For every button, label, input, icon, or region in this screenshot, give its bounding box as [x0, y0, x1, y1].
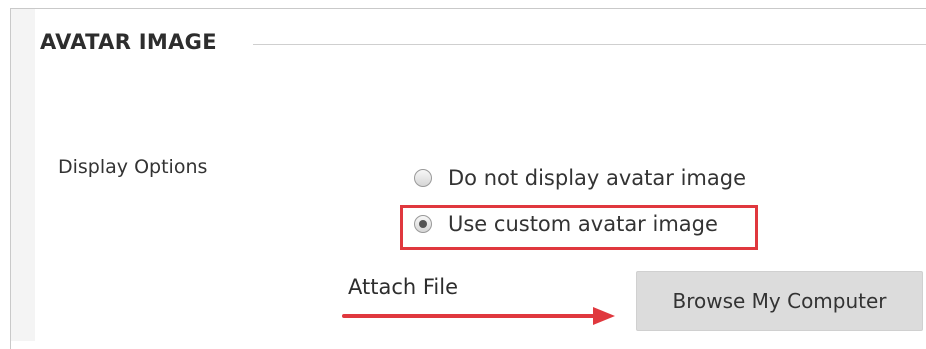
radio-button-custom-avatar[interactable] — [414, 215, 432, 233]
radio-option-custom-avatar[interactable]: Use custom avatar image — [414, 212, 718, 236]
radio-label-no-avatar: Do not display avatar image — [448, 166, 746, 190]
radio-label-custom-avatar: Use custom avatar image — [448, 212, 718, 236]
attach-file-label: Attach File — [348, 275, 459, 299]
panel-left-strip — [11, 9, 35, 341]
radio-option-no-avatar[interactable]: Do not display avatar image — [414, 166, 746, 190]
arrow-right-icon — [342, 307, 615, 325]
section-title: AVATAR IMAGE — [40, 30, 217, 54]
browse-my-computer-button[interactable]: Browse My Computer — [636, 271, 923, 331]
section-divider — [253, 44, 926, 45]
radio-button-no-avatar[interactable] — [414, 169, 432, 187]
display-options-label: Display Options — [58, 156, 208, 178]
